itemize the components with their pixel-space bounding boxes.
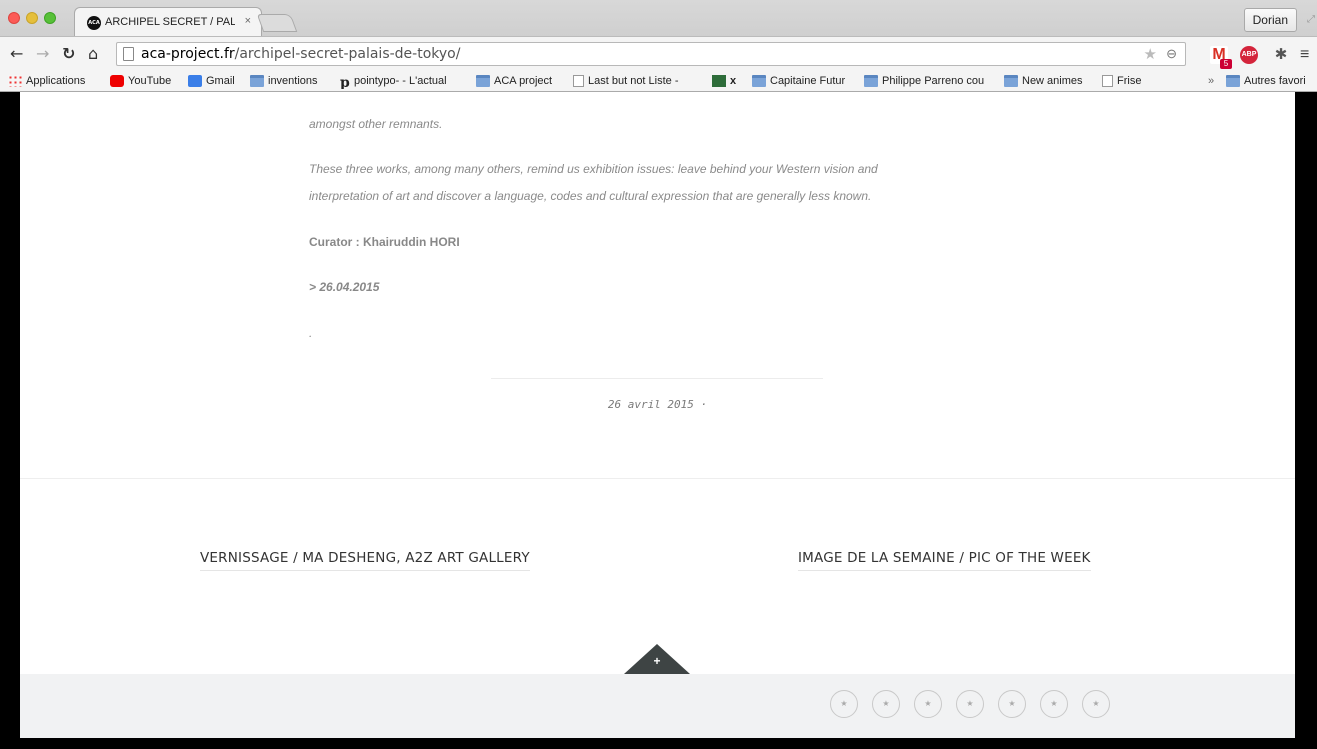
url-host: aca-project.fr xyxy=(141,46,235,62)
social-star-icon[interactable]: ★ xyxy=(1082,690,1110,718)
bookmark-label: Autres favori xyxy=(1244,75,1306,87)
section-divider xyxy=(20,478,1295,479)
apps-grid-icon xyxy=(8,75,22,87)
bookmark-label: pointypo- - L'actual xyxy=(354,75,447,87)
youtube-icon xyxy=(110,75,124,87)
bookmark-frise[interactable]: Frise xyxy=(1102,73,1141,89)
zoom-window-button[interactable] xyxy=(44,12,56,24)
bookmark-pointypo[interactable]: p pointypo- - L'actual xyxy=(340,73,462,89)
bookmark-label: x xyxy=(730,75,737,87)
bookmark-label: ACA project xyxy=(494,75,553,87)
tab-title: ARCHIPEL SECRET / PALAIS xyxy=(105,16,235,28)
green-square-icon xyxy=(712,75,726,87)
bookmark-last-but-not-liste[interactable]: Last but not Liste - xyxy=(573,73,697,89)
bookmark-label: New animes xyxy=(1022,75,1083,87)
url-path: /archipel-secret-palais-de-tokyo/ xyxy=(234,46,461,62)
pointypo-icon: p xyxy=(340,75,350,89)
browser-toolbar: ← → ↻ ⌂ aca-project.fr/archipel-secret-p… xyxy=(0,36,1317,70)
bookmarks-overflow-chevron-icon[interactable]: » xyxy=(1208,73,1214,89)
bookmark-new-animes[interactable]: New animes xyxy=(1004,73,1083,89)
meta-divider xyxy=(491,378,823,379)
bookmark-label: Frise xyxy=(1117,75,1142,87)
bookmark-inventions[interactable]: inventions xyxy=(250,73,318,89)
plus-icon[interactable]: + xyxy=(624,654,690,668)
minimize-window-button[interactable] xyxy=(26,12,38,24)
bookmark-label: Gmail xyxy=(206,75,235,87)
folder-icon xyxy=(1004,75,1018,87)
bookmark-gmail[interactable]: Gmail xyxy=(188,73,235,89)
folder-icon xyxy=(250,75,264,87)
folder-icon xyxy=(1226,75,1240,87)
bookmark-x[interactable]: x xyxy=(712,73,736,89)
exhibition-end-date: > 26.04.2015 xyxy=(309,280,380,294)
web-page: amongst other remnants. These three work… xyxy=(20,92,1295,738)
folder-icon xyxy=(476,75,490,87)
page-icon xyxy=(1102,75,1113,87)
reload-icon[interactable]: ↻ xyxy=(62,44,75,63)
bookmark-label: inventions xyxy=(268,75,318,87)
tab-bar: ACA ARCHIPEL SECRET / PALAIS × Dorian ⤢ xyxy=(0,0,1317,36)
social-star-icon[interactable]: ★ xyxy=(914,690,942,718)
social-star-icon[interactable]: ★ xyxy=(956,690,984,718)
social-star-icon[interactable]: ★ xyxy=(1040,690,1068,718)
page-icon xyxy=(123,47,134,61)
home-icon[interactable]: ⌂ xyxy=(88,44,98,63)
post-date[interactable]: 26 avril 2015 · xyxy=(20,398,1295,411)
browser-chrome: ACA ARCHIPEL SECRET / PALAIS × Dorian ⤢ … xyxy=(0,0,1317,92)
google-icon xyxy=(188,75,202,87)
article-trailing-dot: . xyxy=(309,326,313,340)
bookmark-aca-project[interactable]: ACA project xyxy=(476,73,552,89)
tab-close-icon[interactable]: × xyxy=(245,15,251,27)
profile-button[interactable]: Dorian xyxy=(1243,8,1297,32)
bookmark-youtube[interactable]: YouTube xyxy=(110,73,171,89)
url-text: aca-project.fr/archipel-secret-palais-de… xyxy=(141,46,460,62)
article-paragraph: These three works, among many others, re… xyxy=(309,162,878,176)
previous-post-link[interactable]: VERNISSAGE / MA DESHENG, A2Z ART GALLERY xyxy=(200,550,530,571)
bookmarks-bar: Applications YouTube Gmail inventions pp… xyxy=(0,70,1317,92)
bookmark-label: Capitaine Futur xyxy=(770,75,846,87)
curator-credit: Curator : Khairuddin HORI xyxy=(309,235,460,249)
article-paragraph: interpretation of art and discover a lan… xyxy=(309,189,872,203)
aca-favicon-icon: ACA xyxy=(87,16,101,30)
social-star-icon[interactable]: ★ xyxy=(998,690,1026,718)
chrome-menu-icon[interactable]: ≡ xyxy=(1300,46,1317,64)
article-paragraph: amongst other remnants. xyxy=(309,117,443,131)
address-bar[interactable]: aca-project.fr/archipel-secret-palais-de… xyxy=(116,42,1186,66)
page-icon xyxy=(573,75,584,87)
adblock-plus-icon[interactable]: ABP xyxy=(1240,46,1258,64)
bookmark-applications[interactable]: Applications xyxy=(8,73,85,89)
bookmark-star-icon[interactable]: ★ xyxy=(1144,45,1157,63)
bookmark-label: Philippe Parreno cou xyxy=(882,75,985,87)
zoom-magnifier-icon[interactable]: ⊖ xyxy=(1166,46,1177,62)
bookmark-other-favorites[interactable]: Autres favori xyxy=(1226,73,1306,89)
folder-icon xyxy=(752,75,766,87)
gmail-unread-badge: 5 xyxy=(1220,59,1232,69)
bookmark-philippe-parreno[interactable]: Philippe Parreno cou xyxy=(864,73,988,89)
bookmark-label: YouTube xyxy=(128,75,172,87)
fullscreen-icon[interactable]: ⤢ xyxy=(1307,14,1315,25)
social-star-icon[interactable]: ★ xyxy=(830,690,858,718)
bookmark-capitaine-futur[interactable]: Capitaine Futur xyxy=(752,73,845,89)
forward-arrow-icon[interactable]: → xyxy=(36,44,49,63)
close-window-button[interactable] xyxy=(8,12,20,24)
bookmark-label: Applications xyxy=(26,75,86,87)
back-arrow-icon[interactable]: ← xyxy=(10,44,23,63)
new-tab-button[interactable] xyxy=(256,14,298,32)
folder-icon xyxy=(864,75,878,87)
extension-bug-icon[interactable]: ✱ xyxy=(1272,46,1290,64)
browser-tab-active[interactable]: ACA ARCHIPEL SECRET / PALAIS × xyxy=(74,7,262,36)
bookmark-label: Last but not Liste - xyxy=(588,75,679,87)
social-star-icon[interactable]: ★ xyxy=(872,690,900,718)
next-post-link[interactable]: IMAGE DE LA SEMAINE / PIC OF THE WEEK xyxy=(798,550,1091,571)
